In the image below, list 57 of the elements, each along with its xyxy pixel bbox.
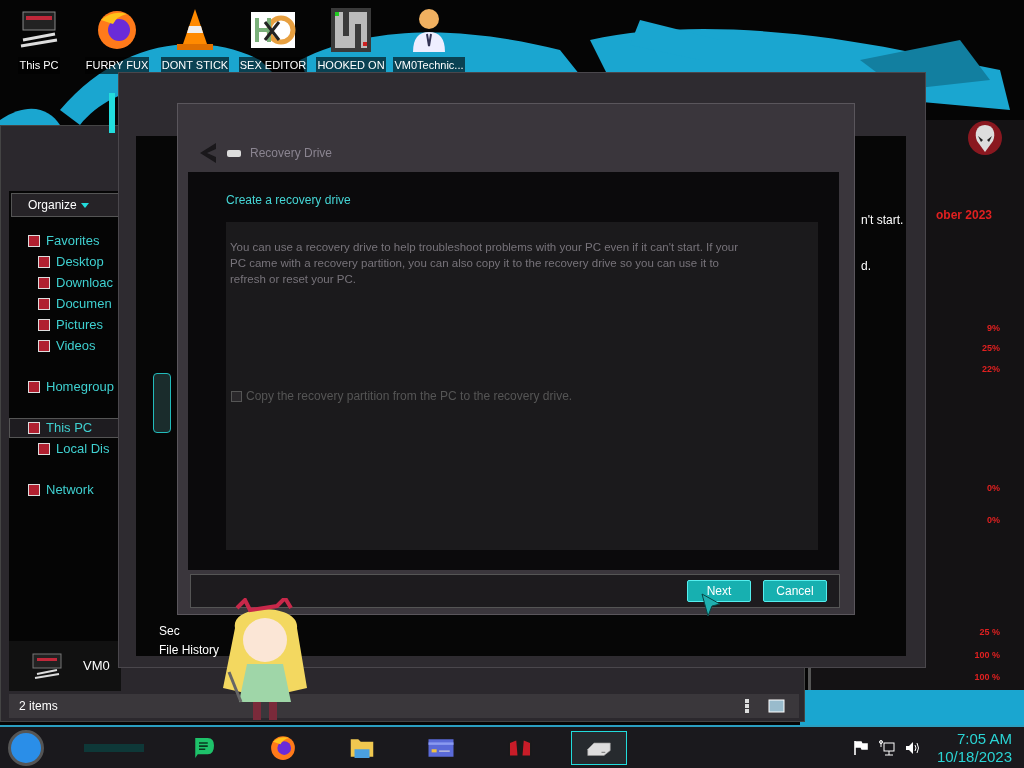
status-text: 2 items (19, 698, 58, 715)
view-icon[interactable] (745, 699, 785, 713)
nav-item[interactable]: Network (9, 480, 121, 500)
date-text: ober 2023 (936, 207, 993, 224)
monitor-icon (31, 650, 63, 682)
nav-item[interactable]: This PC (9, 418, 121, 438)
reading-text: 22% (982, 363, 1000, 376)
nav-item[interactable]: Desktop (9, 252, 121, 272)
file-label[interactable]: VM0 (83, 656, 110, 676)
reading-text: 0% (987, 514, 1000, 527)
tile-icon (38, 443, 50, 455)
nav-item[interactable]: Homegroup (9, 377, 121, 397)
desktop-icon-label[interactable]: SEX EDITOR (238, 57, 308, 74)
tile-icon (28, 422, 40, 434)
dialog-title: Recovery Drive (250, 145, 333, 162)
tile-icon (28, 381, 40, 393)
nav-item[interactable]: Documen (9, 294, 121, 314)
drive-icon (226, 148, 242, 158)
reading-text: 25% (982, 342, 1000, 355)
desktop-icon-label[interactable]: DONT STICK (160, 57, 230, 74)
sidebar-link[interactable]: File History (159, 641, 219, 659)
desktop-icon-label[interactable]: VM0Technic... (393, 57, 465, 74)
alien-head-icon (967, 120, 1003, 156)
flag-icon[interactable] (852, 739, 869, 756)
description-text: You can use a recovery drive to help troubleshoot problems with your PC even if it can't start. If your PC came with a recovery partition, you can also copy it to the recovery drive so you can use it to refresh or reset your PC. (230, 240, 740, 287)
reading-text: 100 % (974, 649, 1000, 662)
tile-icon (38, 277, 50, 289)
nav-item[interactable]: Favorites (9, 231, 121, 251)
taskbar-button[interactable] (571, 730, 627, 765)
nav-item[interactable]: Downloac (9, 273, 121, 293)
bracket-ornament (153, 373, 171, 433)
tile-icon (38, 340, 50, 352)
reading-text: 25 % (979, 626, 1000, 639)
clock-time[interactable]: 7:05 AM (956, 729, 1012, 748)
nav-item[interactable]: Videos (9, 336, 121, 356)
reading-text: 9% (987, 322, 1000, 335)
desktop-icon-label[interactable]: FURRY FUX (84, 57, 150, 74)
start-button[interactable] (8, 729, 44, 766)
body-text: n't start. (861, 212, 904, 229)
organize-button[interactable]: Organize (11, 193, 119, 217)
caret-icon (80, 202, 89, 208)
sidebar-link[interactable]: Sec (159, 622, 180, 640)
network-icon[interactable] (878, 739, 895, 756)
light-strip (84, 743, 144, 752)
tile-icon (28, 235, 40, 247)
desktop-icon-label[interactable]: HOOKED ON (316, 57, 386, 74)
nav-item[interactable]: Local Dis (9, 439, 121, 459)
tile-icon (38, 298, 50, 310)
tile-icon (38, 319, 50, 331)
nav-item[interactable]: Pictures (9, 315, 121, 335)
dialog-heading: Create a recovery drive (226, 192, 351, 209)
clock-date[interactable]: 10/18/2023 (936, 747, 1012, 766)
tile-icon (38, 256, 50, 268)
body-text: d. (861, 258, 871, 275)
tile-icon (28, 484, 40, 496)
reading-text: 0% (987, 482, 1000, 495)
reading-text: 100 % (974, 671, 1000, 684)
